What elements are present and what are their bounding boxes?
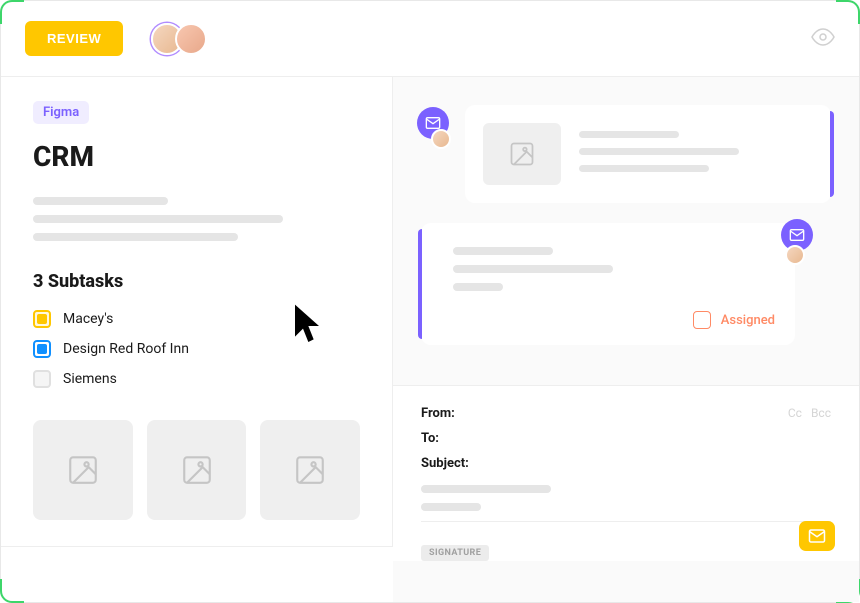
cc-link[interactable]: Cc [788, 406, 802, 420]
compose-panel: From: Cc Bcc To: Subject: SIGNATURE [393, 385, 859, 561]
checkbox-icon[interactable] [33, 310, 51, 328]
skeleton-text [33, 215, 283, 223]
skeleton-text [579, 131, 679, 138]
avatar[interactable] [175, 23, 207, 55]
header: REVIEW [1, 1, 859, 77]
message-card[interactable] [465, 105, 831, 203]
header-left: REVIEW [25, 21, 207, 56]
subtask-label: Siemens [63, 371, 117, 387]
subtask-item[interactable]: Macey's [33, 310, 360, 328]
skeleton-text [33, 233, 238, 241]
compose-subject-row[interactable]: Subject: [421, 456, 831, 471]
skeleton-text [453, 265, 613, 273]
avatar [431, 129, 451, 149]
skeleton-text [579, 165, 709, 172]
visibility-icon[interactable] [811, 25, 835, 53]
to-label: To: [421, 431, 439, 446]
subtask-label: Macey's [63, 311, 113, 327]
assigned-label: Assigned [721, 313, 775, 328]
bcc-link[interactable]: Bcc [811, 406, 831, 420]
subtask-item[interactable]: Design Red Roof Inn [33, 340, 360, 358]
skeleton-text [453, 247, 553, 255]
from-label: From: [421, 406, 455, 421]
image-placeholder[interactable] [33, 420, 133, 520]
cc-bcc-links[interactable]: Cc Bcc [782, 406, 831, 421]
attachment-thumbnails [33, 420, 360, 520]
image-placeholder[interactable] [260, 420, 360, 520]
assigned-toggle[interactable]: Assigned [453, 311, 775, 329]
subtasks-heading: 3 Subtasks [33, 271, 360, 292]
skeleton-text [33, 197, 168, 205]
left-panel: Figma CRM 3 Subtasks Macey's Design Red … [1, 77, 393, 547]
avatar [785, 245, 805, 265]
review-button[interactable]: REVIEW [25, 21, 123, 56]
signature-row: SIGNATURE [421, 521, 831, 561]
skeleton-text [421, 503, 481, 511]
right-panel: Assigned From: Cc Bcc To: Subject: [393, 77, 859, 602]
signature-badge[interactable]: SIGNATURE [421, 545, 489, 561]
compose-to-row[interactable]: To: [421, 431, 831, 446]
skeleton-text [453, 283, 503, 291]
subtask-label: Design Red Roof Inn [63, 341, 189, 357]
page-title: CRM [33, 140, 360, 173]
checkbox-icon[interactable] [33, 370, 51, 388]
skeleton-text [579, 148, 739, 155]
compose-from-row[interactable]: From: Cc Bcc [421, 406, 831, 421]
avatar-group[interactable] [151, 23, 207, 55]
checkbox-icon[interactable] [33, 340, 51, 358]
image-placeholder[interactable] [147, 420, 247, 520]
source-tag[interactable]: Figma [33, 101, 89, 124]
subtask-item[interactable]: Siemens [33, 370, 360, 388]
main-content: Figma CRM 3 Subtasks Macey's Design Red … [1, 77, 859, 602]
send-button[interactable] [799, 521, 835, 551]
message-card[interactable]: Assigned [421, 223, 795, 345]
message-preview [579, 123, 813, 182]
image-placeholder-icon [483, 123, 561, 185]
subject-label: Subject: [421, 456, 469, 471]
skeleton-text [421, 485, 551, 493]
checkbox-icon[interactable] [693, 311, 711, 329]
